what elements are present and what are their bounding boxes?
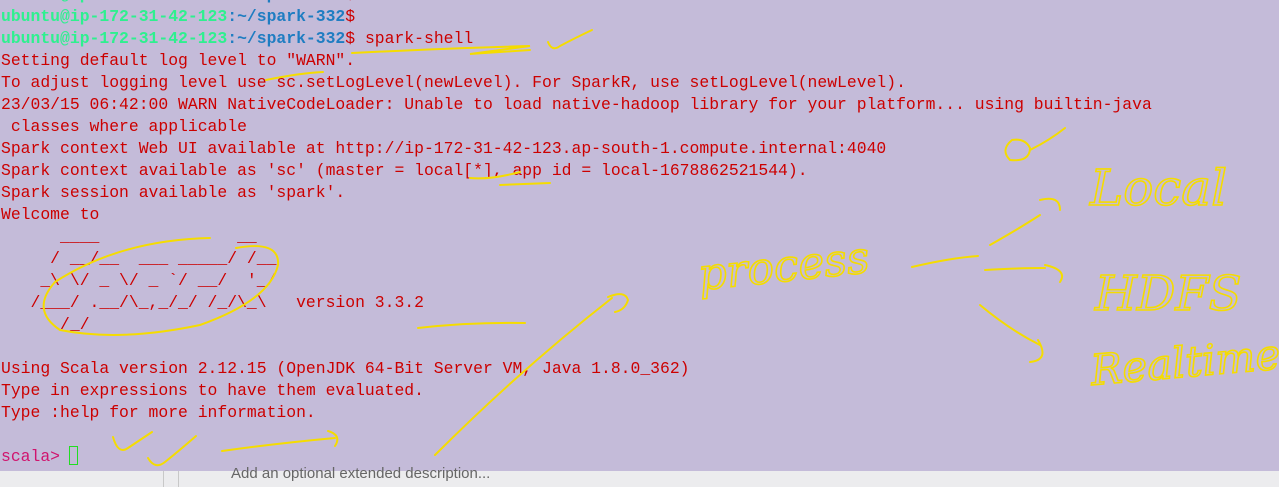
annotation-realtime: Realtime bbox=[1088, 330, 1279, 395]
description-placeholder[interactable]: Add an optional extended description... bbox=[231, 465, 490, 482]
annotation-process: process bbox=[696, 232, 872, 301]
checkmark-stroke bbox=[147, 435, 197, 467]
annotation-hdfs: HDFS bbox=[1094, 266, 1242, 322]
divider bbox=[163, 471, 164, 487]
checkmark-stroke bbox=[112, 431, 153, 451]
underline-stroke bbox=[469, 171, 521, 180]
terminal-window[interactable]: ubuntu@ip-172-31-42-123:~/spark-332$ ubu… bbox=[0, 0, 1279, 472]
arrow-stroke bbox=[434, 293, 630, 456]
circle-stroke bbox=[1004, 127, 1066, 162]
background-window: Add an optional extended description... bbox=[0, 465, 1279, 487]
underline-stroke bbox=[417, 321, 526, 329]
arrow-stroke bbox=[221, 430, 339, 452]
underline-stroke bbox=[351, 45, 531, 55]
ellipse-stroke bbox=[42, 237, 280, 336]
annotation-local: Local bbox=[1089, 159, 1227, 217]
underline-stroke bbox=[499, 182, 551, 186]
handwritten-annotations: process Local HDFS Realtime bbox=[42, 29, 1279, 467]
divider bbox=[178, 471, 179, 487]
checkmark-stroke bbox=[547, 29, 593, 50]
underline-stroke bbox=[265, 71, 324, 81]
branch-stroke bbox=[911, 197, 1064, 363]
